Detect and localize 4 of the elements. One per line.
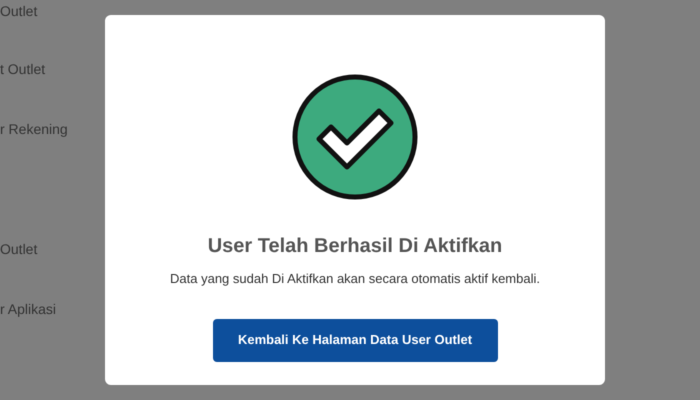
dialog-title: User Telah Berhasil Di Aktifkan <box>208 234 502 259</box>
checkmark-circle-icon <box>291 73 419 201</box>
back-button[interactable]: Kembali Ke Halaman Data User Outlet <box>212 318 498 362</box>
dialog-message: Data yang sudah Di Aktifkan akan secara otomatis aktif kembali. <box>170 270 540 288</box>
